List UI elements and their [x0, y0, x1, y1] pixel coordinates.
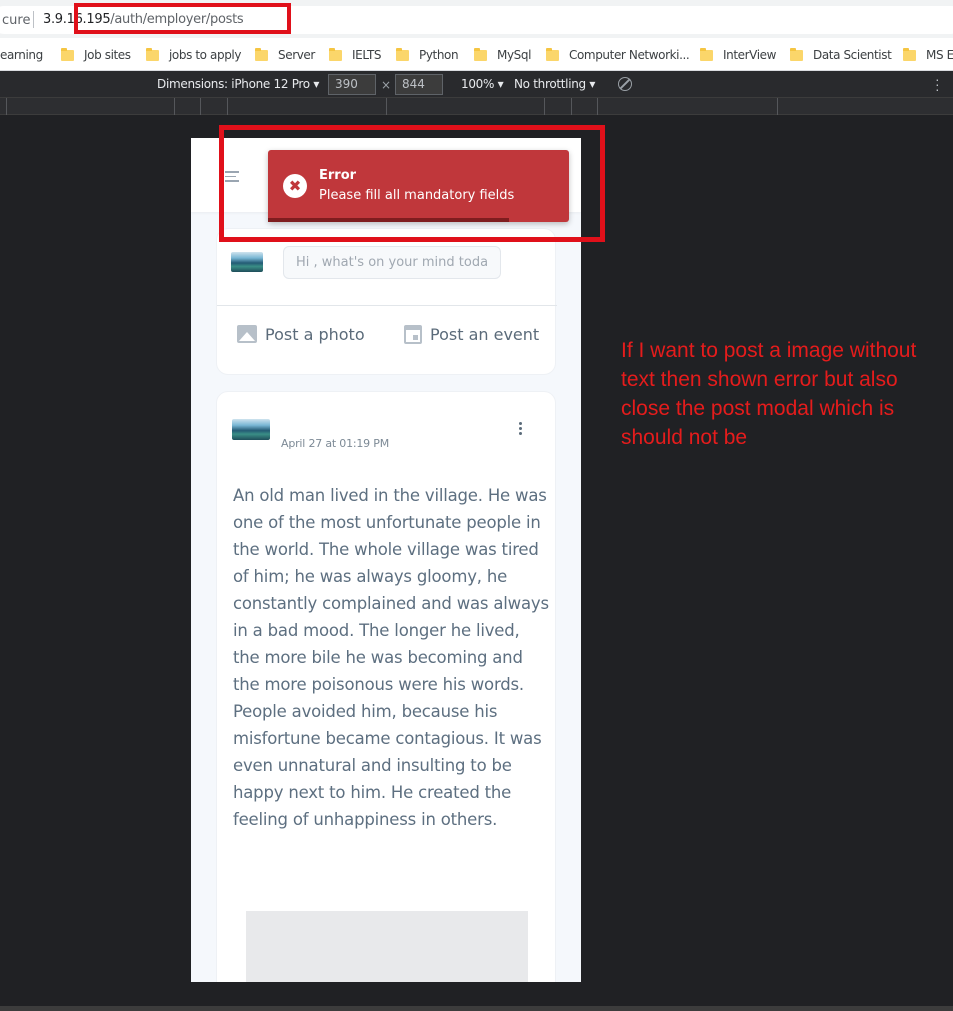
- post-photo-label: Post a photo: [265, 324, 365, 344]
- post-card: April 27 at 01:19 PM An old man lived in…: [216, 391, 556, 982]
- bookmark-ielts[interactable]: IELTS: [329, 45, 382, 65]
- device-ruler: [0, 98, 953, 115]
- bookmark-label: jobs to apply: [169, 48, 242, 62]
- divider: [217, 305, 557, 306]
- throttling-select[interactable]: No throttling ▾: [514, 77, 595, 91]
- zoom-select[interactable]: 100% ▾: [461, 77, 504, 91]
- folder-icon: [474, 47, 487, 61]
- bookmark-job-sites[interactable]: Job sites: [61, 45, 131, 65]
- device-height-input[interactable]: 844: [395, 74, 443, 95]
- bookmark-label: earning: [0, 48, 43, 62]
- post-photo-button[interactable]: Post a photo: [237, 322, 365, 346]
- post-body: An old man lived in the village. He was …: [233, 486, 549, 829]
- device-dimensions-select[interactable]: Dimensions: iPhone 12 Pro ▾: [157, 77, 319, 91]
- folder-icon: [700, 47, 713, 61]
- bookmark-label: IELTS: [352, 48, 382, 62]
- bookmark-computer-networking[interactable]: Computer Networki...: [546, 45, 690, 65]
- bookmark-earning[interactable]: earning: [0, 45, 43, 65]
- address-bar: cure 3.9.16.195/auth/employer/posts: [0, 0, 953, 38]
- folder-icon: [790, 47, 803, 61]
- image-icon: [237, 325, 257, 343]
- more-options-icon[interactable]: · · ·: [935, 72, 940, 96]
- folder-icon: [255, 47, 268, 61]
- dimension-separator: ×: [381, 78, 391, 92]
- toast-highlight-box: [219, 125, 605, 242]
- calendar-icon: [404, 324, 422, 344]
- compose-input[interactable]: Hi , what's on your mind toda: [283, 246, 501, 279]
- bookmark-label: MS E: [926, 48, 953, 62]
- folder-icon: [61, 47, 74, 61]
- rotate-icon[interactable]: [618, 77, 632, 91]
- post-image: [246, 911, 528, 982]
- bookmark-interview[interactable]: InterView: [700, 45, 776, 65]
- phone-viewport: Hi , what's on your mind toda Post a pho…: [191, 138, 581, 982]
- folder-icon: [903, 47, 916, 61]
- device-width-input[interactable]: 390: [328, 74, 376, 95]
- bookmark-label: Job sites: [84, 48, 131, 62]
- folder-icon: [546, 47, 559, 61]
- post-event-label: Post an event: [430, 324, 540, 344]
- post-options-icon[interactable]: [519, 422, 522, 437]
- device-toolbar: Dimensions: iPhone 12 Pro ▾ 390 × 844 10…: [0, 71, 953, 98]
- bookmark-label: InterView: [723, 48, 777, 62]
- post-event-button[interactable]: Post an event: [404, 322, 539, 346]
- bottom-strip: [0, 1006, 953, 1011]
- post-date: April 27 at 01:19 PM: [281, 437, 390, 450]
- bookmark-python[interactable]: Python: [396, 45, 459, 65]
- bookmark-label: Data Scientist: [813, 48, 892, 62]
- security-label[interactable]: cure: [2, 13, 30, 28]
- avatar: [231, 252, 263, 272]
- omnibox-divider: [33, 11, 34, 28]
- bookmark-jobs-to-apply[interactable]: jobs to apply: [146, 45, 241, 65]
- folder-icon: [146, 47, 159, 61]
- bookmark-mysql[interactable]: MySql: [474, 45, 531, 65]
- compose-card: Hi , what's on your mind toda Post a pho…: [216, 228, 557, 375]
- bookmark-label: Computer Networki...: [569, 48, 690, 62]
- bookmark-ms[interactable]: MS E: [903, 45, 953, 65]
- bookmark-server[interactable]: Server: [255, 45, 315, 65]
- bookmark-label: Python: [419, 48, 459, 62]
- bookmark-label: Server: [278, 48, 315, 62]
- folder-icon: [329, 47, 342, 61]
- bookmarks-bar: earning Job sites jobs to apply Server I…: [0, 38, 953, 71]
- url-highlight-box: [74, 3, 291, 34]
- folder-icon: [396, 47, 409, 61]
- bookmark-data-scientist[interactable]: Data Scientist: [790, 45, 892, 65]
- avatar: [232, 419, 270, 440]
- bookmark-label: MySql: [497, 48, 532, 62]
- annotation-note: If I want to post a image without text t…: [621, 339, 917, 449]
